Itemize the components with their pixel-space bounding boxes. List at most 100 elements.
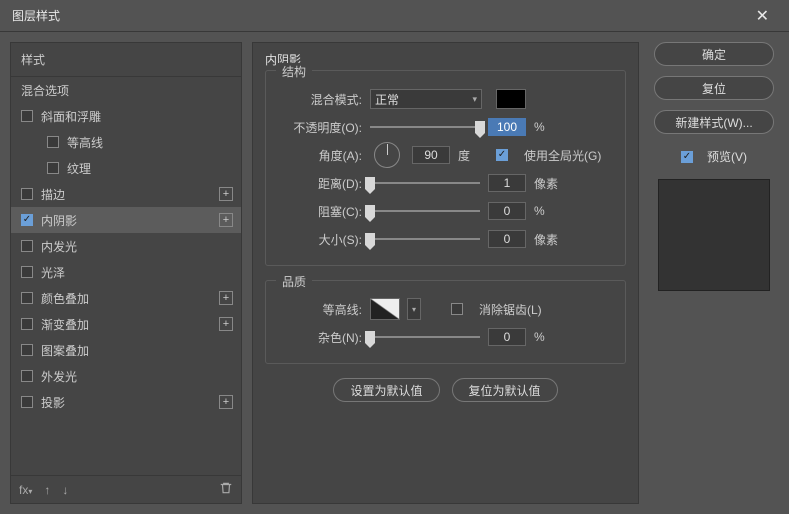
default-buttons-row: 设置为默认值 复位为默认值 bbox=[265, 378, 626, 402]
choke-slider[interactable] bbox=[370, 204, 480, 218]
preview-label: 预览(V) bbox=[707, 148, 747, 165]
sidebar-item-5[interactable]: 内发光 bbox=[11, 233, 241, 259]
distance-input[interactable]: 1 bbox=[488, 174, 526, 192]
sidebar-item-4[interactable]: 内阴影+ bbox=[11, 207, 241, 233]
sidebar-blend-options[interactable]: 混合选项 bbox=[11, 77, 241, 103]
chevron-down-icon: ▾ bbox=[472, 94, 477, 105]
contour-picker[interactable] bbox=[370, 298, 400, 320]
preview-row: 预览(V) bbox=[681, 148, 747, 165]
sidebar-item-label: 描边 bbox=[41, 186, 65, 203]
main-panel: 内阴影 结构 混合模式: 正常 ▾ 不透明度(O): 100 % 角 bbox=[252, 42, 639, 504]
sidebar-item-label: 等高线 bbox=[67, 134, 103, 151]
add-effect-icon[interactable]: + bbox=[219, 213, 233, 227]
size-row: 大小(S): 0 像素 bbox=[278, 225, 613, 253]
sidebar-item-label: 斜面和浮雕 bbox=[41, 108, 101, 125]
choke-input[interactable]: 0 bbox=[488, 202, 526, 220]
style-checkbox[interactable] bbox=[21, 266, 33, 278]
add-effect-icon[interactable]: + bbox=[219, 187, 233, 201]
style-checkbox[interactable] bbox=[21, 240, 33, 252]
cancel-button[interactable]: 复位 bbox=[654, 76, 774, 100]
contour-dropdown[interactable]: ▾ bbox=[407, 298, 421, 320]
size-label: 大小(S): bbox=[278, 231, 362, 248]
style-checkbox[interactable] bbox=[21, 292, 33, 304]
panel-title: 内阴影 bbox=[265, 51, 626, 68]
distance-label: 距离(D): bbox=[278, 175, 362, 192]
preview-checkbox[interactable] bbox=[681, 151, 693, 163]
style-checkbox[interactable] bbox=[21, 318, 33, 330]
preview-box bbox=[658, 179, 770, 291]
style-checkbox[interactable] bbox=[21, 188, 33, 200]
opacity-slider[interactable] bbox=[370, 120, 480, 134]
style-checkbox[interactable] bbox=[47, 162, 59, 174]
titlebar: 图层样式 ✕ bbox=[0, 0, 789, 32]
opacity-row: 不透明度(O): 100 % bbox=[278, 113, 613, 141]
add-effect-icon[interactable]: + bbox=[219, 395, 233, 409]
noise-slider[interactable] bbox=[370, 330, 480, 344]
structure-fieldset: 结构 混合模式: 正常 ▾ 不透明度(O): 100 % 角度(A): bbox=[265, 70, 626, 266]
sidebar-item-label: 颜色叠加 bbox=[41, 290, 89, 307]
arrow-down-icon[interactable]: ↓ bbox=[62, 483, 68, 497]
sidebar-list: 混合选项 斜面和浮雕等高线纹理描边+内阴影+内发光光泽颜色叠加+渐变叠加+图案叠… bbox=[11, 77, 241, 475]
style-checkbox[interactable] bbox=[47, 136, 59, 148]
sidebar-item-10[interactable]: 外发光 bbox=[11, 363, 241, 389]
style-checkbox[interactable] bbox=[21, 214, 33, 226]
sidebar-item-9[interactable]: 图案叠加 bbox=[11, 337, 241, 363]
sidebar-item-7[interactable]: 颜色叠加 + bbox=[11, 285, 241, 311]
choke-label: 阻塞(C): bbox=[278, 203, 362, 220]
sidebar-item-6[interactable]: 光泽 bbox=[11, 259, 241, 285]
sidebar-item-label: 纹理 bbox=[67, 160, 91, 177]
style-checkbox[interactable] bbox=[21, 396, 33, 408]
noise-input[interactable]: 0 bbox=[488, 328, 526, 346]
sidebar-header: 样式 bbox=[11, 43, 241, 77]
noise-row: 杂色(N): 0 % bbox=[278, 323, 613, 351]
color-swatch[interactable] bbox=[496, 89, 526, 109]
right-column: 确定 复位 新建样式(W)... 预览(V) bbox=[649, 42, 779, 504]
distance-slider[interactable] bbox=[370, 176, 480, 190]
choke-unit: % bbox=[534, 204, 564, 218]
sidebar-item-label: 外发光 bbox=[41, 368, 77, 385]
arrow-up-icon[interactable]: ↑ bbox=[44, 483, 50, 497]
new-style-button[interactable]: 新建样式(W)... bbox=[654, 110, 774, 134]
global-light-checkbox[interactable] bbox=[496, 149, 508, 161]
quality-legend: 品质 bbox=[276, 273, 312, 290]
angle-dial[interactable] bbox=[374, 142, 400, 168]
sidebar-item-label: 内发光 bbox=[41, 238, 77, 255]
size-slider[interactable] bbox=[370, 232, 480, 246]
ok-button[interactable]: 确定 bbox=[654, 42, 774, 66]
sidebar-item-1[interactable]: 等高线 bbox=[11, 129, 241, 155]
size-unit: 像素 bbox=[534, 231, 564, 248]
angle-input[interactable]: 90 bbox=[412, 146, 450, 164]
style-checkbox[interactable] bbox=[21, 344, 33, 356]
close-button[interactable]: ✕ bbox=[748, 2, 777, 30]
style-checkbox[interactable] bbox=[21, 110, 33, 122]
choke-row: 阻塞(C): 0 % bbox=[278, 197, 613, 225]
reset-default-button[interactable]: 复位为默认值 bbox=[452, 378, 558, 402]
quality-fieldset: 品质 等高线: ▾ 消除锯齿(L) 杂色(N): 0 % bbox=[265, 280, 626, 364]
style-checkbox[interactable] bbox=[21, 370, 33, 382]
sidebar-item-0[interactable]: 斜面和浮雕 bbox=[11, 103, 241, 129]
fx-menu-button[interactable]: fx▾ bbox=[19, 483, 32, 497]
sidebar-item-2[interactable]: 纹理 bbox=[11, 155, 241, 181]
opacity-input[interactable]: 100 bbox=[488, 118, 526, 136]
add-effect-icon[interactable]: + bbox=[219, 291, 233, 305]
sidebar-item-label: 光泽 bbox=[41, 264, 65, 281]
blend-mode-select[interactable]: 正常 ▾ bbox=[370, 89, 482, 109]
dialog-content: 样式 混合选项 斜面和浮雕等高线纹理描边+内阴影+内发光光泽颜色叠加+渐变叠加+… bbox=[0, 32, 789, 514]
contour-label: 等高线: bbox=[278, 301, 362, 318]
blend-mode-row: 混合模式: 正常 ▾ bbox=[278, 85, 613, 113]
sidebar-item-8[interactable]: 渐变叠加 + bbox=[11, 311, 241, 337]
sidebar-item-11[interactable]: 投影+ bbox=[11, 389, 241, 415]
antialias-label: 消除锯齿(L) bbox=[479, 301, 542, 318]
sidebar-item-3[interactable]: 描边 + bbox=[11, 181, 241, 207]
distance-unit: 像素 bbox=[534, 175, 564, 192]
trash-icon[interactable] bbox=[219, 481, 233, 498]
opacity-label: 不透明度(O): bbox=[278, 119, 362, 136]
sidebar-item-label: 图案叠加 bbox=[41, 342, 89, 359]
sidebar-item-label: 混合选项 bbox=[21, 82, 69, 99]
make-default-button[interactable]: 设置为默认值 bbox=[333, 378, 439, 402]
sidebar-item-label: 渐变叠加 bbox=[41, 316, 89, 333]
antialias-checkbox[interactable] bbox=[451, 303, 463, 315]
blend-mode-label: 混合模式: bbox=[278, 91, 362, 108]
size-input[interactable]: 0 bbox=[488, 230, 526, 248]
add-effect-icon[interactable]: + bbox=[219, 317, 233, 331]
